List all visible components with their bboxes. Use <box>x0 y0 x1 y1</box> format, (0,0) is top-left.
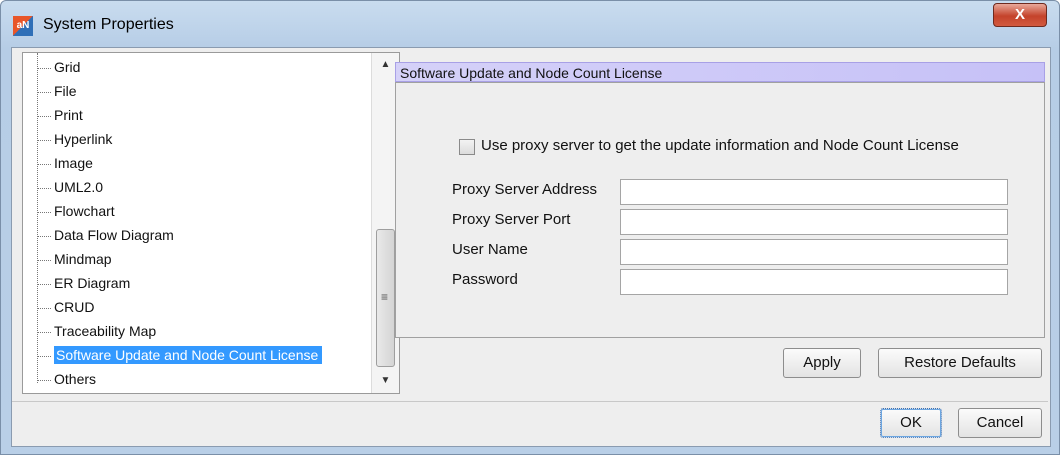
proxy-settings-box: Use proxy server to get the update infor… <box>395 82 1045 338</box>
tree-item-label: Image <box>54 155 93 171</box>
tree-item-label: CRUD <box>54 299 95 315</box>
window-title: System Properties <box>43 16 174 33</box>
tree-item-grid[interactable]: Grid <box>37 56 80 78</box>
system-properties-window: aN System Properties X Grid File Print H… <box>0 0 1060 455</box>
tree-item-uml2[interactable]: UML2.0 <box>37 176 103 198</box>
tree-item-label: Hyperlink <box>54 131 113 147</box>
category-tree-list: Grid File Print Hyperlink Image UML2.0 F… <box>23 53 371 393</box>
use-proxy-label[interactable]: Use proxy server to get the update infor… <box>481 137 959 154</box>
restore-defaults-button[interactable]: Restore Defaults <box>878 348 1042 378</box>
tree-item-label: UML2.0 <box>54 179 104 195</box>
proxy-port-label: Proxy Server Port <box>452 211 571 228</box>
tree-item-data-flow-diagram[interactable]: Data Flow Diagram <box>37 224 174 246</box>
user-name-label: User Name <box>452 241 528 258</box>
tree-item-label: Flowchart <box>54 203 115 219</box>
tree-item-label: Grid <box>54 59 81 75</box>
tree-item-label: ER Diagram <box>54 275 131 291</box>
tree-item-others[interactable]: Others <box>37 368 96 390</box>
password-label: Password <box>452 271 518 288</box>
tree-item-file[interactable]: File <box>37 80 77 102</box>
tree-item-software-update[interactable]: Software Update and Node Count License <box>37 344 323 366</box>
footer-divider <box>12 401 1048 402</box>
scroll-thumb[interactable]: ≡ <box>376 229 395 367</box>
tree-item-er-diagram[interactable]: ER Diagram <box>37 272 130 294</box>
title-bar[interactable]: aN System Properties X <box>1 1 1059 47</box>
user-name-input[interactable] <box>620 239 1008 265</box>
tree-item-crud[interactable]: CRUD <box>37 296 94 318</box>
close-button[interactable]: X <box>993 3 1047 27</box>
tree-item-flowchart[interactable]: Flowchart <box>37 200 115 222</box>
scroll-down-arrow-icon[interactable]: ▼ <box>372 371 399 391</box>
proxy-port-input[interactable] <box>620 209 1008 235</box>
category-tree: Grid File Print Hyperlink Image UML2.0 F… <box>22 52 400 394</box>
tree-item-mindmap[interactable]: Mindmap <box>37 248 112 270</box>
tree-item-traceability-map[interactable]: Traceability Map <box>37 320 156 342</box>
dialog-client-area: Grid File Print Hyperlink Image UML2.0 F… <box>11 47 1051 447</box>
cancel-button[interactable]: Cancel <box>958 408 1042 438</box>
proxy-address-label: Proxy Server Address <box>452 181 598 198</box>
tree-item-image[interactable]: Image <box>37 152 93 174</box>
tree-item-label: Others <box>54 371 97 387</box>
use-proxy-checkbox[interactable] <box>459 139 475 155</box>
tree-item-label: Traceability Map <box>54 323 157 339</box>
app-icon: aN <box>13 16 33 36</box>
tree-item-hyperlink[interactable]: Hyperlink <box>37 128 112 150</box>
grip-icon: ≡ <box>381 290 389 304</box>
ok-button[interactable]: OK <box>880 408 942 438</box>
tree-item-label: Mindmap <box>54 251 112 267</box>
password-input[interactable] <box>620 269 1008 295</box>
panel-header: Software Update and Node Count License <box>395 62 1045 82</box>
tree-item-label: Data Flow Diagram <box>54 227 174 243</box>
proxy-address-input[interactable] <box>620 179 1008 205</box>
tree-item-label: Software Update and Node Count License <box>54 346 323 364</box>
tree-item-label: File <box>54 83 77 99</box>
tree-item-label: Print <box>54 107 83 123</box>
apply-button[interactable]: Apply <box>783 348 861 378</box>
tree-item-print[interactable]: Print <box>37 104 83 126</box>
